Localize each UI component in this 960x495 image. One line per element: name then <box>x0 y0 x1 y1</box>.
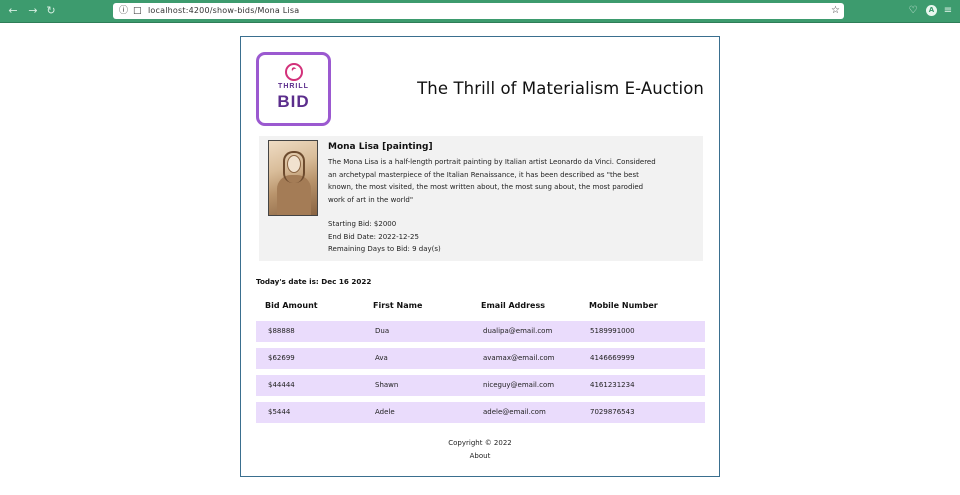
mona-lisa-image <box>268 140 318 216</box>
remaining-days: Remaining Days to Bid: 9 day(s) <box>328 245 441 253</box>
star-icon[interactable]: ☆ <box>831 4 840 18</box>
table-row: $88888 Dua dualipa@email.com 5189991000 <box>256 321 705 342</box>
first-name: Ava <box>375 354 388 362</box>
page-title: The Thrill of Materialism E-Auction <box>417 79 704 98</box>
bid-amount: $62699 <box>268 354 295 362</box>
address-bar[interactable]: ⓘ □ localhost:4200/show-bids/Mona Lisa ☆ <box>113 3 844 19</box>
auction-page: THRILL BID The Thrill of Materialism E-A… <box>240 36 720 477</box>
logo-text-top: THRILL <box>278 83 309 90</box>
footer: Copyright © 2022 About <box>241 437 719 463</box>
item-details-card: Mona Lisa [painting] The Mona Lisa is a … <box>259 136 703 261</box>
arrow-right-icon[interactable]: → <box>26 4 40 18</box>
table-row: $44444 Shawn niceguy@email.com 416123123… <box>256 375 705 396</box>
pocket-icon[interactable]: ♡ <box>906 4 920 18</box>
bid-amount: $44444 <box>268 381 295 389</box>
bids-table-body: $88888 Dua dualipa@email.com 5189991000 … <box>256 321 705 429</box>
table-row: $5444 Adele adele@email.com 7029876543 <box>256 402 705 423</box>
column-header-first-name: First Name <box>373 301 423 310</box>
arrow-left-icon[interactable]: ← <box>6 4 20 18</box>
menu-icon[interactable]: ≡ <box>941 4 955 18</box>
end-bid-date: End Bid Date: 2022-12-25 <box>328 232 419 241</box>
about-link[interactable]: About <box>241 450 719 463</box>
url-text[interactable]: localhost:4200/show-bids/Mona Lisa <box>148 5 299 17</box>
page-icon: □ <box>133 6 142 16</box>
reload-icon[interactable]: ↻ <box>44 4 58 18</box>
logo-mark-icon <box>285 63 303 81</box>
email-address: dualipa@email.com <box>483 327 553 335</box>
bid-amount: $88888 <box>268 327 295 335</box>
thrillbid-logo[interactable]: THRILL BID <box>256 52 331 126</box>
todays-date: Today's date is: Dec 16 2022 <box>256 277 372 286</box>
mobile-number: 7029876543 <box>590 408 635 416</box>
item-meta: Starting Bid: $2000 End Bid Date: 2022-1… <box>328 218 441 256</box>
browser-toolbar: ← → ↻ ⓘ □ localhost:4200/show-bids/Mona … <box>0 0 960 22</box>
bid-amount: $5444 <box>268 408 291 416</box>
first-name: Dua <box>375 327 390 335</box>
starting-bid: Starting Bid: $2000 <box>328 220 397 228</box>
item-description: The Mona Lisa is a half-length portrait … <box>328 158 656 204</box>
table-row: $62699 Ava avamax@email.com 4146669999 <box>256 348 705 369</box>
email-address: adele@email.com <box>483 408 546 416</box>
first-name: Adele <box>375 408 395 416</box>
mobile-number: 4146669999 <box>590 354 635 362</box>
info-icon[interactable]: ⓘ <box>119 4 128 18</box>
profile-avatar[interactable]: A <box>926 5 937 16</box>
bids-table-header: Bid Amount First Name Email Address Mobi… <box>256 301 705 315</box>
column-header-email: Email Address <box>481 301 546 310</box>
email-address: avamax@email.com <box>483 354 555 362</box>
column-header-mobile: Mobile Number <box>589 301 658 310</box>
logo-text-bottom: BID <box>277 92 310 111</box>
first-name: Shawn <box>375 381 399 389</box>
email-address: niceguy@email.com <box>483 381 555 389</box>
mobile-number: 5189991000 <box>590 327 635 335</box>
copyright-text: Copyright © 2022 <box>448 439 512 447</box>
item-title: Mona Lisa [painting] <box>328 142 433 152</box>
toolbar-divider <box>0 22 960 23</box>
mobile-number: 4161231234 <box>590 381 635 389</box>
column-header-bid-amount: Bid Amount <box>265 301 318 310</box>
